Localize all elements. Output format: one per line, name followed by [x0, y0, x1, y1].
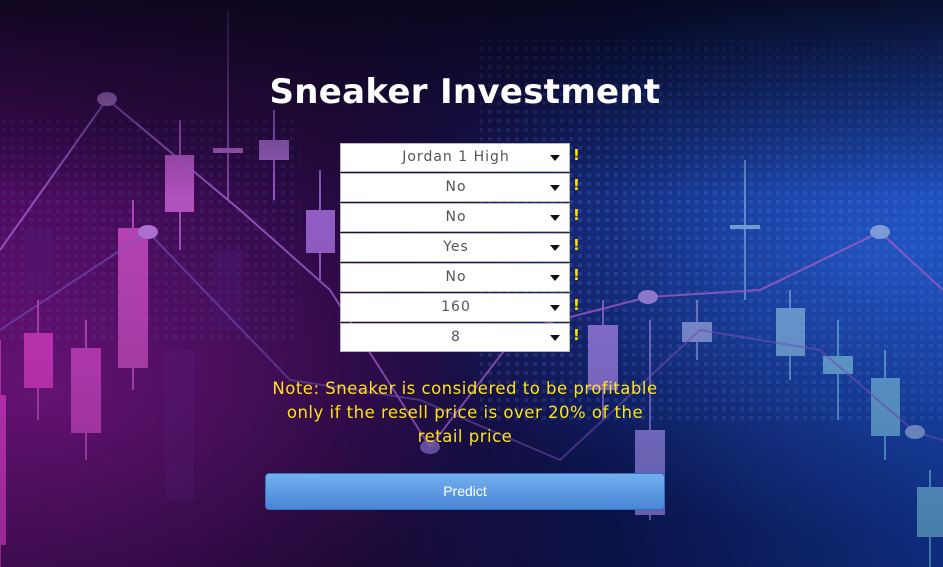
required-marker: ! [573, 266, 580, 284]
required-marker: ! [573, 296, 580, 314]
caret-down-icon [550, 215, 560, 221]
caret-down-icon [550, 185, 560, 191]
select-value: Yes [443, 239, 469, 255]
caret-down-icon [550, 305, 560, 311]
option-select-4[interactable]: Yes [340, 233, 570, 262]
field-row-2: No ! [340, 173, 590, 203]
predict-button[interactable]: Predict [265, 473, 665, 510]
select-value: No [445, 209, 467, 225]
field-row-price: 160 ! [340, 293, 590, 323]
caret-down-icon [550, 245, 560, 251]
select-value: 8 [451, 329, 461, 345]
select-value: No [445, 269, 467, 285]
required-marker: ! [573, 146, 580, 164]
required-marker: ! [573, 176, 580, 194]
required-marker: ! [573, 326, 580, 344]
option-select-5[interactable]: No [340, 263, 570, 292]
page-title: Sneaker Investment [269, 72, 661, 112]
required-marker: ! [573, 236, 580, 254]
caret-down-icon [550, 155, 560, 161]
model-select[interactable]: Jordan 1 High [340, 143, 570, 172]
size-select[interactable]: 8 [340, 323, 570, 352]
select-value: No [445, 179, 467, 195]
sneaker-form: Jordan 1 High ! No ! No ! Yes ! No ! 160… [340, 143, 590, 353]
field-row-model: Jordan 1 High ! [340, 143, 590, 173]
field-row-5: No ! [340, 263, 590, 293]
required-marker: ! [573, 206, 580, 224]
profit-note: Note: Sneaker is considered to be profit… [272, 379, 658, 446]
field-row-4: Yes ! [340, 233, 590, 263]
select-value: Jordan 1 High [402, 149, 510, 165]
caret-down-icon [550, 335, 560, 341]
field-row-3: No ! [340, 203, 590, 233]
option-select-2[interactable]: No [340, 173, 570, 202]
price-select[interactable]: 160 [340, 293, 570, 322]
option-select-3[interactable]: No [340, 203, 570, 232]
field-row-size: 8 ! [340, 323, 590, 353]
select-value: 160 [441, 299, 471, 315]
caret-down-icon [550, 275, 560, 281]
